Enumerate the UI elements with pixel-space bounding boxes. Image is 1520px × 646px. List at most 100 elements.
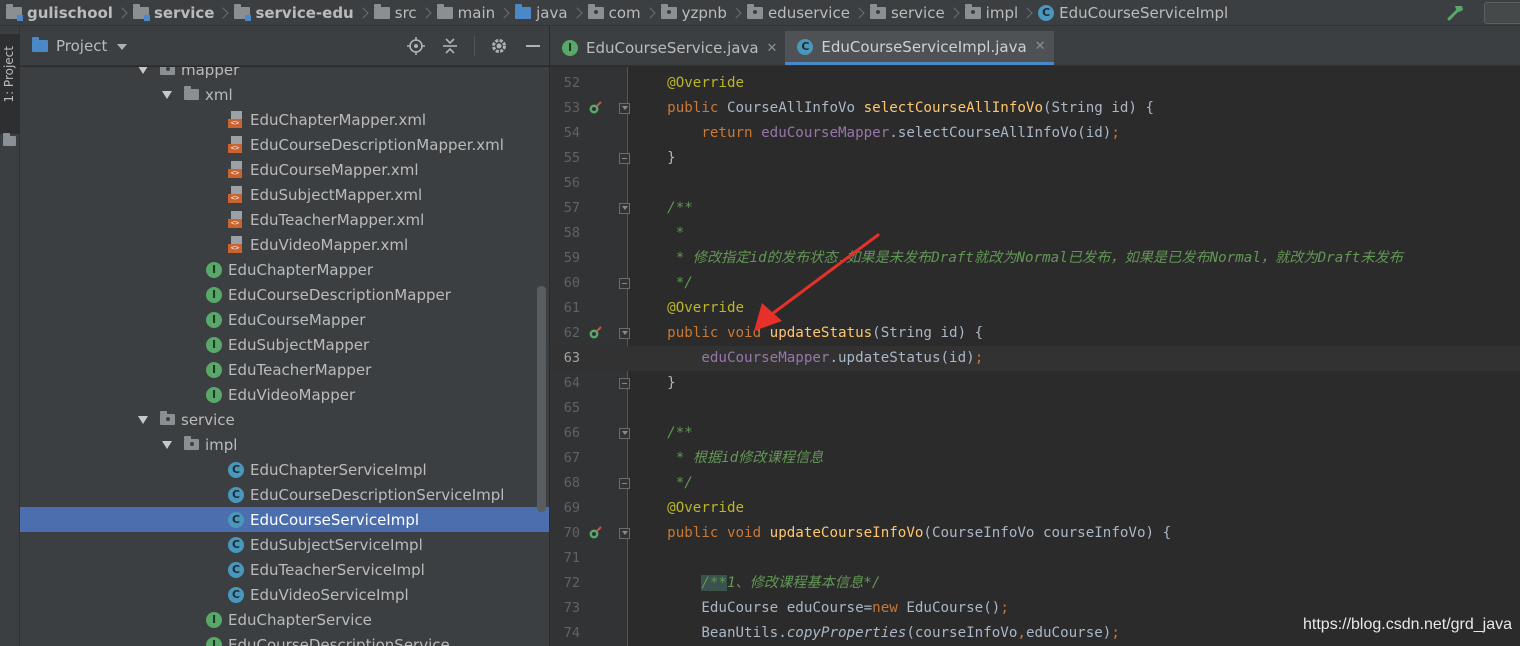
minimize-icon[interactable] [523, 36, 543, 56]
code-line[interactable] [633, 171, 1520, 196]
project-tool-tab-label: 1: Project [2, 46, 16, 103]
breadcrumb-item[interactable]: gulischool [0, 0, 113, 25]
run-configuration-selector[interactable] [1484, 2, 1520, 24]
tree-item[interactable]: xml [20, 82, 549, 107]
code-line[interactable]: } [633, 146, 1520, 171]
tree-item-label: EduTeacherServiceImpl [250, 560, 425, 579]
code-line[interactable]: */ [633, 471, 1520, 496]
locate-target-icon[interactable] [406, 36, 426, 56]
breadcrumb-item[interactable]: java [511, 0, 568, 25]
breadcrumb-separator-icon [857, 6, 866, 20]
implements-marker-icon[interactable] [588, 526, 602, 540]
code-line[interactable]: public CourseAllInfoVo selectCourseAllIn… [633, 96, 1520, 121]
tree-item[interactable]: mapper [20, 67, 549, 82]
package-icon [160, 67, 175, 75]
code-line[interactable]: /** [633, 196, 1520, 221]
build-hammer-icon[interactable] [1446, 3, 1466, 23]
code-line[interactable]: @Override [633, 496, 1520, 521]
fold-open-icon[interactable] [619, 528, 630, 539]
tree-item[interactable]: I EduChapterService [20, 607, 549, 632]
tree-item[interactable]: <> EduCourseMapper.xml [20, 157, 549, 182]
code-token: * [633, 225, 685, 241]
code-line[interactable] [633, 546, 1520, 571]
tree-item[interactable]: I EduChapterMapper [20, 257, 549, 282]
breadcrumb-item[interactable]: src [370, 0, 417, 25]
close-icon[interactable]: ✕ [767, 41, 778, 56]
code-line[interactable] [633, 396, 1520, 421]
breadcrumb-item[interactable]: main [433, 0, 495, 25]
code-line[interactable]: * 根据id修改课程信息 [633, 446, 1520, 471]
breadcrumb-item[interactable]: com [584, 0, 641, 25]
expand-arrow-icon[interactable] [162, 90, 172, 99]
editor-tab[interactable]: I EduCourseService.java ✕ [550, 31, 785, 65]
tree-item[interactable]: C EduVideoServiceImpl [20, 582, 549, 607]
gear-icon[interactable] [489, 36, 509, 56]
close-icon[interactable]: ✕ [1035, 39, 1046, 54]
tree-item[interactable]: <> EduVideoMapper.xml [20, 232, 549, 257]
breadcrumb-separator-icon [221, 6, 230, 20]
fold-open-icon[interactable] [619, 328, 630, 339]
fold-end-icon[interactable] [619, 378, 630, 389]
tree-item[interactable]: I EduCourseMapper [20, 307, 549, 332]
tree-item[interactable]: C EduTeacherServiceImpl [20, 557, 549, 582]
fold-end-icon[interactable] [619, 478, 630, 489]
code-line[interactable]: } [633, 371, 1520, 396]
tree-item[interactable]: C EduChapterServiceImpl [20, 457, 549, 482]
code-line[interactable]: /**1、修改课程基本信息*/ [633, 571, 1520, 596]
code-line[interactable]: return eduCourseMapper.selectCourseAllIn… [633, 121, 1520, 146]
code-line[interactable]: /** [633, 421, 1520, 446]
expand-arrow-icon[interactable] [138, 415, 148, 424]
breadcrumb-item[interactable]: impl [961, 0, 1018, 25]
tree-item[interactable]: I EduCourseDescriptionService [20, 632, 549, 646]
expand-arrow-icon[interactable] [138, 67, 148, 74]
tree-item[interactable]: <> EduCourseDescriptionMapper.xml [20, 132, 549, 157]
chevron-down-icon [117, 43, 128, 50]
breadcrumb-item[interactable]: service [866, 0, 945, 25]
code-token: ; [1000, 600, 1009, 616]
project-tree-scrollbar[interactable] [537, 286, 546, 512]
code-token: ; [974, 350, 984, 366]
breadcrumb-label: eduservice [767, 3, 850, 22]
tree-item[interactable]: I EduTeacherMapper [20, 357, 549, 382]
project-tool-tab[interactable]: 1: Project [0, 34, 20, 134]
fold-open-icon[interactable] [619, 203, 630, 214]
tree-item[interactable]: <> EduSubjectMapper.xml [20, 182, 549, 207]
line-number: 56 [563, 175, 580, 191]
code-line[interactable]: @Override [633, 71, 1520, 96]
project-view-selector[interactable]: Project [32, 36, 128, 55]
tree-item[interactable]: <> EduTeacherMapper.xml [20, 207, 549, 232]
tree-item[interactable]: C EduCourseDescriptionServiceImpl [20, 482, 549, 507]
fold-open-icon[interactable] [619, 103, 630, 114]
tree-item[interactable]: I EduSubjectMapper [20, 332, 549, 357]
breadcrumb-item[interactable]: eduservice [743, 0, 850, 25]
breadcrumb-item[interactable]: service [129, 0, 214, 25]
tree-item[interactable]: C EduSubjectServiceImpl [20, 532, 549, 557]
red-annotation-arrow [754, 233, 880, 331]
tree-item[interactable]: I EduVideoMapper [20, 382, 549, 407]
breadcrumb-item[interactable]: yzpnb [657, 0, 727, 25]
breadcrumb-item[interactable]: service-edu [230, 0, 354, 25]
code-line[interactable]: eduCourseMapper.updateStatus(id); [633, 346, 1520, 371]
expand-arrow-icon[interactable] [162, 440, 172, 449]
code-token: eduCourseMapper [633, 350, 830, 366]
tree-item[interactable]: impl [20, 432, 549, 457]
breadcrumb-item[interactable]: C EduCourseServiceImpl [1034, 0, 1228, 25]
class-icon: C [228, 511, 244, 528]
implements-marker-icon[interactable] [588, 101, 602, 115]
tree-item[interactable]: I EduCourseDescriptionMapper [20, 282, 549, 307]
tree-item[interactable]: service [20, 407, 549, 432]
fold-open-icon[interactable] [619, 428, 630, 439]
package-icon [660, 3, 677, 19]
package-icon [587, 3, 604, 19]
left-tool-strip: 1: Project [0, 26, 20, 646]
implements-marker-icon[interactable] [588, 326, 602, 340]
code-line[interactable]: public void updateCourseInfoVo(CourseInf… [633, 521, 1520, 546]
fold-end-icon[interactable] [619, 153, 630, 164]
tree-item[interactable]: <> EduChapterMapper.xml [20, 107, 549, 132]
collapse-all-icon[interactable] [440, 36, 460, 56]
code-token: .updateStatus(id) [829, 350, 975, 366]
fold-end-icon[interactable] [619, 278, 630, 289]
editor-tab[interactable]: C EduCourseServiceImpl.java ✕ [785, 31, 1054, 65]
tree-item[interactable]: C EduCourseServiceImpl [20, 507, 549, 532]
interface-icon: I [206, 311, 222, 328]
